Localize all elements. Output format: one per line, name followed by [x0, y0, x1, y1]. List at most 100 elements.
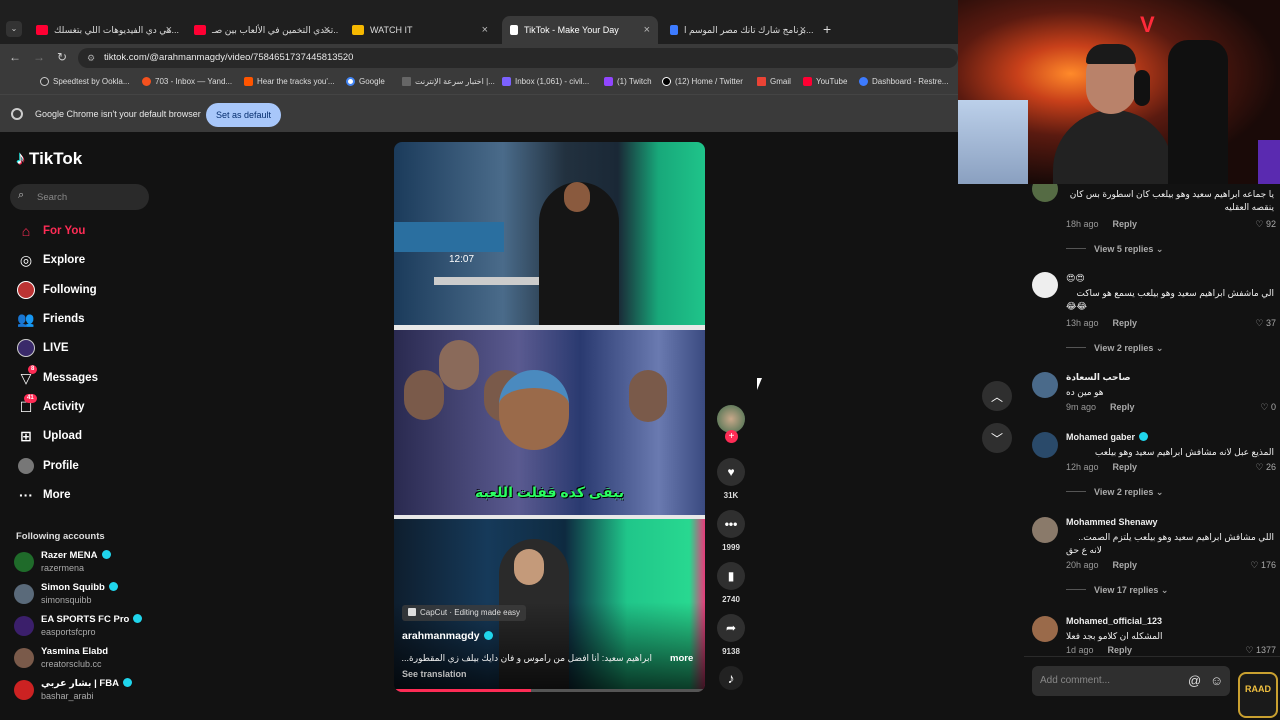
video-progress-bar[interactable] — [394, 689, 705, 692]
nav-live[interactable]: LIVE — [16, 338, 69, 358]
avatar[interactable] — [1032, 272, 1058, 298]
comment-action[interactable]: ••• 1999 — [717, 510, 745, 552]
reply-button[interactable]: Reply — [1110, 402, 1135, 412]
comment-username[interactable]: صاحب السعادة — [1066, 372, 1131, 383]
new-tab-icon[interactable]: + — [823, 21, 831, 37]
creator-avatar[interactable] — [717, 405, 745, 433]
set-as-default-button[interactable]: Set as default — [206, 103, 281, 127]
comment-username[interactable]: Mohammed Shenawy — [1066, 517, 1158, 527]
tab-search-button[interactable]: ⌄ — [6, 21, 22, 37]
reply-button[interactable]: Reply — [1108, 645, 1133, 655]
comment-like[interactable]: ♡ 0 — [1260, 402, 1276, 413]
music-disc-icon[interactable]: ♪ — [719, 666, 743, 690]
nav-following[interactable]: Following — [16, 280, 97, 300]
nav-activity[interactable]: ☐ Activity 41 — [16, 394, 85, 417]
comment-like[interactable]: ♡ 176 — [1250, 560, 1276, 571]
caption-more-button[interactable]: more — [670, 653, 693, 664]
nav-upload[interactable]: ⊞ Upload — [16, 426, 82, 446]
video-author[interactable]: arahmanmagdy — [402, 630, 493, 642]
browser-tab-5[interactable]: برنامج شارك تانك مصر الموسم ا... × — [662, 16, 814, 44]
view-replies-button[interactable]: View 5 replies ⌄ — [1066, 244, 1163, 255]
video-subtitle: يبقى كده قفلت اللعبة — [474, 484, 625, 500]
back-icon[interactable]: ← — [9, 50, 21, 64]
close-tab-icon[interactable]: × — [324, 24, 330, 36]
bookmark-restream[interactable]: Dashboard - Restre... — [859, 77, 948, 86]
mouse-cursor-icon — [757, 378, 762, 390]
reload-icon[interactable]: ↻ — [57, 50, 67, 64]
close-tab-icon[interactable]: × — [800, 24, 806, 36]
more-icon: ··· — [19, 487, 33, 503]
view-replies-button[interactable]: View 2 replies ⌄ — [1066, 487, 1163, 498]
view-replies-button[interactable]: View 17 replies ⌄ — [1066, 585, 1168, 596]
bookmark-label: Inbox (1,061) - civil... — [515, 77, 590, 86]
forward-icon[interactable]: → — [33, 50, 45, 64]
see-translation-link[interactable]: See translation — [402, 669, 467, 679]
gaming-chair — [1168, 40, 1228, 184]
gmail-icon — [757, 77, 766, 86]
capcut-tag[interactable]: CapCut · Editing made easy — [402, 605, 527, 621]
following-account-simon[interactable]: Simon Squibb simonsquibb — [14, 582, 118, 605]
video-player[interactable]: 12:07 يبقى كده قفلت اللعبة CapCut · Edit… — [394, 142, 705, 692]
nav-more[interactable]: ··· More — [16, 485, 70, 505]
nav-friends[interactable]: 👥 Friends — [16, 309, 84, 329]
bookmarks-bar: Speedtest by Ookla... 703 - Inbox — Yand… — [0, 72, 958, 94]
bookmark-speedtest[interactable]: Speedtest by Ookla... — [40, 77, 130, 86]
following-account-bashar[interactable]: بشار عربي | FBA bashar_arabi — [14, 678, 132, 701]
avatar[interactable] — [1032, 432, 1058, 458]
bookmark-gmail[interactable]: Gmail — [757, 77, 791, 86]
search-input[interactable]: ⌕ Search — [10, 184, 149, 210]
site-info-icon[interactable]: ⚙ — [87, 48, 95, 68]
bookmark-inbox[interactable]: Inbox (1,061) - civil... — [502, 77, 589, 86]
url-input[interactable]: ⚙ tiktok.com/@arahmanmagdy/video/7584651… — [78, 48, 958, 68]
bookmark-label: (1) Twitch — [617, 77, 652, 86]
avatar[interactable] — [1032, 517, 1058, 543]
tiktok-logo[interactable]: ♪ TikTok — [16, 148, 82, 169]
view-replies-button[interactable]: View 2 replies ⌄ — [1066, 343, 1163, 354]
save-action[interactable]: ▮ 2740 — [717, 562, 745, 604]
nav-explore[interactable]: ◎ Explore — [16, 250, 85, 270]
comment-like[interactable]: ♡ 26 — [1255, 462, 1276, 473]
browser-tab-2[interactable]: تحدي التخمين في الألعاب بين صـ... × — [186, 16, 338, 44]
nav-for-you[interactable]: ⌂ For You — [16, 221, 86, 241]
follow-plus-icon[interactable]: + — [725, 430, 738, 443]
avatar — [14, 552, 34, 572]
bookmark-speedtest-ar[interactable]: اختبار سرعة الإنترنت |... — [402, 77, 495, 86]
avatar[interactable] — [1032, 616, 1058, 642]
following-account-yasmina[interactable]: Yasmina Elabd creatorsclub.cc — [14, 646, 108, 669]
close-tab-icon[interactable]: × — [482, 24, 488, 36]
bookmark-soundcloud[interactable]: Hear the tracks you'... — [244, 77, 335, 86]
reply-button[interactable]: Reply — [1113, 318, 1138, 328]
following-account-ea[interactable]: EA SPORTS FC Pro easportsfcpro — [14, 614, 143, 637]
comment-username[interactable]: Mohamed_official_123 — [1066, 616, 1162, 626]
comment-like[interactable]: ♡ 92 — [1255, 219, 1276, 230]
like-action[interactable]: ♥ 31K — [717, 458, 745, 500]
bookmark-google[interactable]: Google — [346, 77, 385, 86]
following-account-razer[interactable]: Razer MENA razermena — [14, 550, 111, 573]
nav-messages[interactable]: ▽ Messages 8 — [16, 365, 98, 388]
add-comment-input[interactable]: Add comment... @ ☺ — [1032, 666, 1230, 696]
browser-tab-1[interactable]: هي دي الفيديوهات اللي بتغسلك... × — [28, 16, 180, 44]
nav-profile[interactable]: Profile — [16, 456, 79, 476]
emoji-icon[interactable]: ☺ — [1210, 666, 1223, 696]
mention-icon[interactable]: @ — [1188, 666, 1201, 696]
bookmark-twitter[interactable]: (12) Home / Twitter — [662, 77, 743, 86]
red-v-logo-icon: V — [1140, 12, 1155, 37]
bookmark-youtube[interactable]: YouTube — [803, 77, 847, 86]
reply-button[interactable]: Reply — [1113, 219, 1138, 229]
bookmark-yandex[interactable]: 703 - Inbox — Yand... — [142, 77, 232, 86]
browser-tab-active[interactable]: TikTok - Make Your Day × — [502, 16, 658, 44]
share-action[interactable]: ➦ 9138 — [717, 614, 745, 656]
reply-button[interactable]: Reply — [1113, 462, 1138, 472]
next-video-button[interactable]: ﹀ — [982, 423, 1012, 453]
close-tab-icon[interactable]: × — [166, 24, 172, 36]
close-tab-icon[interactable]: × — [644, 24, 650, 36]
bookmark-twitch[interactable]: (1) Twitch — [604, 77, 652, 86]
comment-like[interactable]: ♡ 37 — [1255, 318, 1276, 329]
avatar[interactable] — [1032, 372, 1058, 398]
previous-video-button[interactable]: ︿ — [982, 381, 1012, 411]
comment-like[interactable]: ♡ 1377 — [1245, 645, 1276, 656]
browser-tab-3[interactable]: WATCH IT × — [344, 16, 496, 44]
reply-button[interactable]: Reply — [1113, 560, 1138, 570]
studio-screen — [394, 222, 504, 252]
comment-username[interactable]: Mohamed gaber — [1066, 432, 1149, 442]
